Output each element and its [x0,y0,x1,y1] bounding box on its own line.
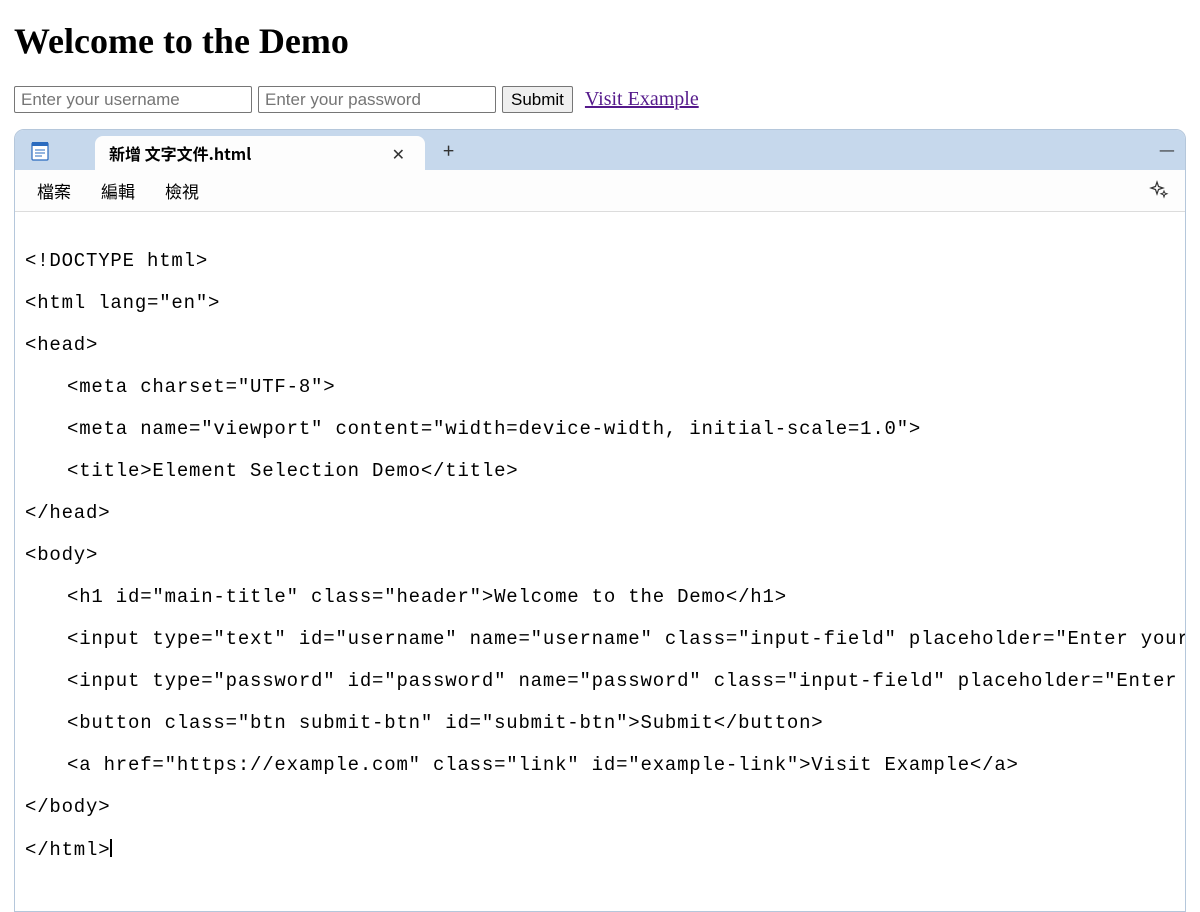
notepad-window: 新增 文字文件.html ✕ + — 檔案 編輯 檢視 <!DOCTYPE ht… [14,129,1186,912]
close-tab-icon[interactable]: ✕ [386,139,411,167]
code-line: <button class="btn submit-btn" id="submi… [25,713,1177,734]
code-editor[interactable]: <!DOCTYPE html> <html lang="en"> <head> … [15,212,1185,911]
menubar: 檔案 編輯 檢視 [15,170,1185,212]
new-tab-button[interactable]: + [425,129,472,170]
menu-file[interactable]: 檔案 [37,178,71,203]
password-input[interactable] [258,86,496,113]
code-line: <head> [25,335,1177,356]
code-line: </body> [25,797,1177,818]
code-line: <html lang="en"> [25,293,1177,314]
code-line: <!DOCTYPE html> [25,251,1177,272]
submit-button[interactable]: Submit [502,86,573,113]
code-line: </html> [25,839,1177,861]
menu-edit[interactable]: 編輯 [101,178,135,203]
sparkle-icon[interactable] [1149,180,1169,206]
code-line: </head> [25,503,1177,524]
editor-tab[interactable]: 新增 文字文件.html ✕ [95,136,425,170]
code-line: <a href="https://example.com" class="lin… [25,755,1177,776]
form-row: Submit Visit Example [14,86,1186,113]
titlebar: 新增 文字文件.html ✕ + — [15,130,1185,170]
code-line: <input type="text" id="username" name="u… [25,629,1177,650]
username-input[interactable] [14,86,252,113]
code-line: <h1 id="main-title" class="header">Welco… [25,587,1177,608]
code-line: <body> [25,545,1177,566]
tab-title: 新增 文字文件.html [109,141,386,165]
code-line: <meta charset="UTF-8"> [25,377,1177,398]
code-line: <input type="password" id="password" nam… [25,671,1177,692]
window-minimize-icon[interactable]: — [1159,136,1175,162]
code-line: <meta name="viewport" content="width=dev… [25,419,1177,440]
text-caret [110,839,112,857]
notepad-app-icon [29,139,51,161]
visit-example-link[interactable]: Visit Example [585,88,699,111]
menu-view[interactable]: 檢視 [165,178,199,203]
rendered-demo: Welcome to the Demo Submit Visit Example [0,0,1200,119]
page-title: Welcome to the Demo [14,20,1186,62]
code-line: <title>Element Selection Demo</title> [25,461,1177,482]
